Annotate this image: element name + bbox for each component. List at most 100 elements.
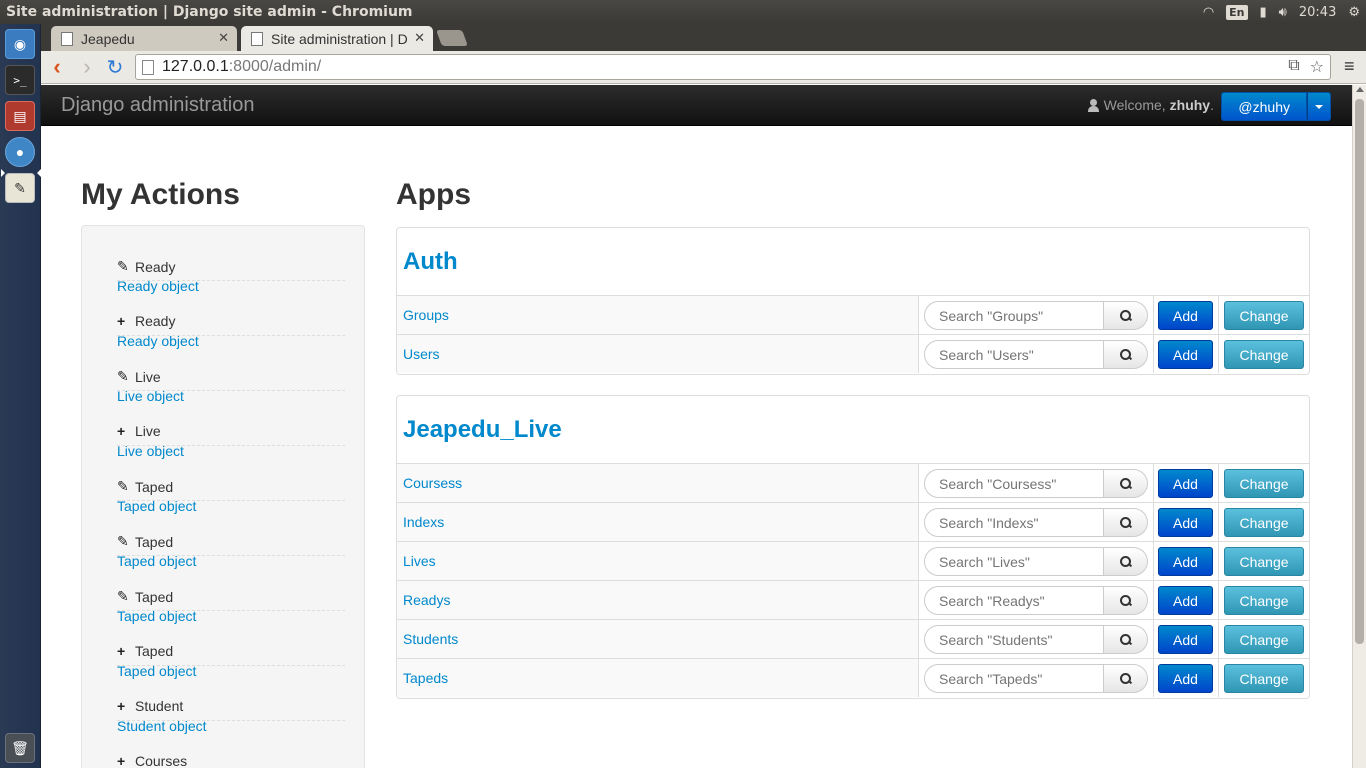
user-menu-button[interactable]: @zhuhy (1221, 92, 1307, 121)
model-link[interactable]: Lives (397, 542, 919, 580)
close-tab-icon[interactable]: ✕ (218, 30, 229, 46)
add-button[interactable]: Add (1158, 625, 1213, 654)
model-link[interactable]: Indexs (397, 503, 919, 541)
scrollbar-thumb[interactable] (1355, 99, 1364, 644)
search-input[interactable] (924, 469, 1104, 498)
add-button[interactable]: Add (1158, 664, 1213, 693)
action-item: ✎ Ready Ready object (117, 226, 345, 294)
model-link[interactable]: Readys (397, 581, 919, 619)
action-item: ✎ Taped Taped object (117, 501, 345, 569)
change-button[interactable]: Change (1224, 469, 1304, 498)
user-menu: @zhuhy (1221, 92, 1331, 121)
site-brand[interactable]: Django administration (61, 94, 254, 117)
wifi-icon[interactable]: ◠ (1203, 5, 1214, 20)
add-button[interactable]: Add (1158, 547, 1213, 576)
search-input[interactable] (924, 301, 1104, 330)
welcome-tail: . (1210, 97, 1214, 113)
back-arrow-icon[interactable]: ‹ (45, 54, 69, 80)
search-input[interactable] (924, 340, 1104, 369)
tab-site-administration[interactable]: Site administration | D ✕ (241, 26, 433, 51)
action-item: + Courses (117, 721, 345, 768)
model-link[interactable]: Coursess (397, 464, 919, 502)
address-bar[interactable]: 127.0.0.1:8000/admin/ ⧉ ☆ (135, 54, 1331, 80)
action-type: Taped (135, 643, 174, 659)
close-tab-icon[interactable]: ✕ (414, 30, 425, 46)
text-editor-icon[interactable]: ✎ (5, 173, 35, 203)
window-title: Site administration | Django site admin … (6, 4, 413, 20)
chromium-icon[interactable]: ● (5, 137, 35, 167)
pencil-icon: ✎ (117, 258, 129, 274)
change-button[interactable]: Change (1224, 625, 1304, 654)
model-row: Tapeds Add Change (397, 659, 1309, 698)
model-search (924, 508, 1148, 537)
trash-icon[interactable]: 🗑︎ (5, 733, 35, 763)
action-item: + Live Live object (117, 391, 345, 459)
translate-icon[interactable]: ⧉ (1288, 57, 1299, 77)
search-button[interactable] (1104, 625, 1148, 654)
pencil-icon: ✎ (117, 368, 129, 384)
tab-title: Site administration | D (271, 30, 408, 47)
model-search (924, 625, 1148, 654)
forward-arrow-icon[interactable]: › (75, 54, 99, 80)
change-button[interactable]: Change (1224, 664, 1304, 693)
search-button[interactable] (1104, 301, 1148, 330)
plus-icon: + (117, 423, 126, 439)
app-module-jeapedu-live: Jeapedu_Live Coursess Add Change Indexs … (396, 395, 1310, 699)
app-name-link[interactable]: Jeapedu_Live (397, 396, 1309, 464)
new-tab-button[interactable] (436, 30, 468, 46)
system-tray: ◠ En ▮ 🔊︎ 20:43 ⚙ (1203, 0, 1360, 24)
search-button[interactable] (1104, 469, 1148, 498)
add-button[interactable]: Add (1158, 469, 1213, 498)
search-icon (1120, 310, 1131, 321)
url-path: :8000/admin/ (228, 58, 322, 75)
bookmark-star-icon[interactable]: ☆ (1310, 57, 1324, 77)
keyboard-layout-indicator[interactable]: En (1226, 4, 1248, 20)
change-button[interactable]: Change (1224, 508, 1304, 537)
change-button[interactable]: Change (1224, 586, 1304, 615)
page-scrollbar[interactable] (1352, 85, 1366, 768)
model-link[interactable]: Students (397, 620, 919, 658)
clock[interactable]: 20:43 (1299, 5, 1336, 20)
add-button[interactable]: Add (1158, 301, 1213, 330)
scroll-up-arrow-icon[interactable] (1356, 87, 1364, 92)
search-button[interactable] (1104, 340, 1148, 369)
model-row: Lives Add Change (397, 542, 1309, 581)
add-button[interactable]: Add (1158, 508, 1213, 537)
volume-icon[interactable]: 🔊︎ (1279, 5, 1287, 20)
search-button[interactable] (1104, 664, 1148, 693)
settings-gear-icon[interactable]: ⚙ (1348, 5, 1360, 20)
caret-down-icon[interactable] (1307, 92, 1331, 121)
model-link[interactable]: Users (397, 335, 919, 373)
model-link[interactable]: Tapeds (397, 659, 919, 697)
model-row: Groups Add Change (397, 296, 1309, 335)
app-module-auth: Auth Groups Add Change Users Add Change (396, 227, 1310, 375)
reload-icon[interactable]: ↻ (103, 54, 127, 80)
change-button[interactable]: Change (1224, 547, 1304, 576)
url-host: 127.0.0.1 (162, 58, 229, 75)
change-button[interactable]: Change (1224, 340, 1304, 369)
tab-jeapedu[interactable]: Jeapedu ✕ (51, 26, 237, 51)
search-button[interactable] (1104, 508, 1148, 537)
search-input[interactable] (924, 508, 1104, 537)
change-button[interactable]: Change (1224, 301, 1304, 330)
search-button[interactable] (1104, 586, 1148, 615)
model-link[interactable]: Groups (397, 296, 919, 334)
welcome-message: Welcome, zhuhy. (1087, 97, 1214, 113)
terminal-icon[interactable]: >_ (5, 65, 35, 95)
search-input[interactable] (924, 586, 1104, 615)
search-input[interactable] (924, 664, 1104, 693)
search-input[interactable] (924, 547, 1104, 576)
search-button[interactable] (1104, 547, 1148, 576)
action-type: Live (135, 368, 161, 385)
battery-icon[interactable]: ▮ (1260, 5, 1267, 20)
add-button[interactable]: Add (1158, 340, 1213, 369)
search-input[interactable] (924, 625, 1104, 654)
browser-menu-icon[interactable]: ≡ (1344, 57, 1360, 75)
dash-home-icon[interactable]: ◉ (5, 29, 35, 59)
search-icon (1120, 673, 1131, 684)
files-icon[interactable]: ▤ (5, 101, 35, 131)
app-name-link[interactable]: Auth (397, 228, 1309, 296)
add-button[interactable]: Add (1158, 586, 1213, 615)
action-item: + Ready Ready object (117, 281, 345, 349)
running-app-indicator (1, 169, 5, 177)
